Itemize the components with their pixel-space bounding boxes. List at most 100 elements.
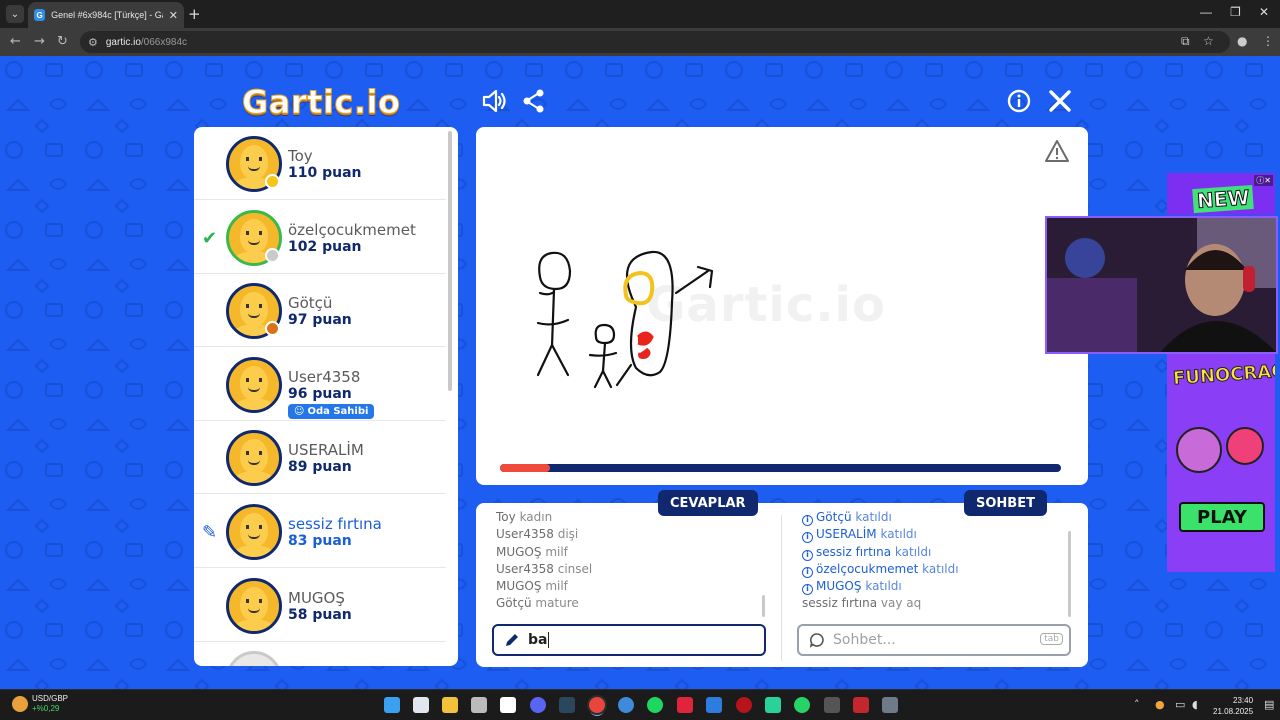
gartic-logo[interactable]: Gartic.io bbox=[241, 82, 400, 122]
player-points: 83 puan bbox=[288, 533, 352, 549]
avatar-body bbox=[232, 545, 276, 557]
chat-log[interactable]: i Götçü katıldı i USERALİM katıldı i sessiz f… bbox=[802, 509, 1060, 613]
chrome-icon[interactable] bbox=[589, 697, 605, 713]
player-name: özelçocukmemet bbox=[288, 220, 416, 239]
file-explorer-icon[interactable] bbox=[442, 697, 458, 713]
ad-banner-top[interactable]: NEW ⓘ✕ bbox=[1167, 173, 1275, 215]
microphone-icon[interactable]: ● bbox=[1155, 698, 1165, 711]
volume-icon[interactable]: ◖ bbox=[1192, 698, 1198, 711]
spotify-icon[interactable] bbox=[647, 697, 663, 713]
avatar-eyes bbox=[246, 525, 262, 529]
tab-search-button[interactable]: ⌄ bbox=[6, 5, 24, 23]
chat-scrollbar[interactable] bbox=[1068, 531, 1071, 617]
close-window-button[interactable]: ✕ bbox=[1259, 5, 1269, 19]
whatsapp-icon[interactable] bbox=[794, 697, 810, 713]
app-icon-4[interactable] bbox=[677, 697, 693, 713]
steam-icon[interactable] bbox=[559, 697, 575, 713]
app-icon-1[interactable] bbox=[471, 697, 487, 713]
share-icon[interactable] bbox=[521, 88, 547, 114]
answer-input-value: ba bbox=[528, 632, 548, 648]
network-icon[interactable]: ▭ bbox=[1175, 698, 1185, 711]
message-user: MUGOŞ bbox=[496, 544, 542, 559]
tray-chevron-icon[interactable]: ˄ bbox=[1134, 698, 1140, 711]
chat-message: sessiz fırtına vay aq bbox=[802, 595, 1060, 612]
browser-tab-gartic[interactable]: G Genel #6x984c [Türkçe] - Gartic ✕ bbox=[28, 2, 184, 28]
message-user: Götçü bbox=[496, 596, 532, 611]
status-dot bbox=[265, 321, 280, 337]
player-row[interactable]: User4358 96 puan ☺ Oda Sahibi bbox=[194, 348, 446, 421]
system-message: i sessiz fırtına katıldı bbox=[802, 544, 1060, 561]
player-row[interactable]: MUGOŞ 58 puan bbox=[194, 569, 446, 642]
system-message: i USERALİM katıldı bbox=[802, 526, 1060, 544]
restore-button[interactable]: ❐ bbox=[1230, 5, 1241, 19]
player-points: 96 puan bbox=[288, 385, 352, 402]
gartic-favicon-icon: G bbox=[34, 9, 46, 21]
player-list[interactable]: Toy 110 puan ✔ özelçocukmemet 102 puan Götçü 9… bbox=[194, 127, 458, 666]
player-name: Toy bbox=[288, 147, 313, 165]
close-game-icon[interactable] bbox=[1047, 88, 1073, 114]
drawing-canvas[interactable]: Gartic.io bbox=[476, 127, 1088, 485]
extension-icon[interactable]: ● bbox=[1237, 34, 1247, 48]
info-icon[interactable] bbox=[1006, 88, 1032, 114]
crown-icon: ☺ bbox=[294, 405, 305, 417]
player-list-scrollbar[interactable] bbox=[448, 131, 452, 391]
answers-log[interactable]: Toy kadın User4358 dişi MUGOŞ milf User4358… bbox=[496, 509, 758, 613]
opera-icon[interactable] bbox=[736, 697, 752, 713]
player-row[interactable]: ✎ sessiz fırtına 83 puan bbox=[194, 495, 446, 568]
url-path: /066x984c bbox=[140, 36, 188, 48]
app-icon-8[interactable] bbox=[853, 697, 869, 713]
avatar-mouth bbox=[248, 240, 260, 245]
reload-icon[interactable]: ↻ bbox=[57, 34, 68, 49]
forward-arrow-icon[interactable]: → bbox=[34, 34, 45, 49]
site-info-icon[interactable]: ⚙ bbox=[88, 36, 98, 49]
answers-chat-panel: CEVAPLAR SOHBET Toy kadın User4358 dişi MU… bbox=[476, 490, 1088, 667]
browser-menu-icon[interactable]: ⋮ bbox=[1262, 34, 1274, 48]
close-tab-icon[interactable]: ✕ bbox=[169, 9, 178, 22]
install-app-icon[interactable]: ⧉ bbox=[1181, 34, 1190, 49]
pencil-icon bbox=[506, 634, 518, 646]
answer-message: Toy kadın bbox=[496, 509, 758, 526]
browser-address-bar: ← → ↻ ⚙ gartic.io/066x984c ⧉ ☆ ● ⋮ bbox=[0, 28, 1280, 56]
ad-choices-icon[interactable]: ⓘ✕ bbox=[1254, 175, 1273, 186]
avatar-body bbox=[232, 397, 276, 410]
minimize-button[interactable]: — bbox=[1200, 5, 1212, 19]
player-row[interactable]: USERALİM 89 puan bbox=[194, 421, 446, 495]
status-dot bbox=[265, 174, 280, 189]
player-name: USERALİM bbox=[288, 441, 364, 460]
answers-scrollbar[interactable] bbox=[762, 595, 765, 617]
start-icon[interactable] bbox=[384, 697, 400, 713]
sound-icon[interactable] bbox=[481, 88, 507, 114]
app-icon-3[interactable] bbox=[618, 697, 634, 713]
game-viewport: Gartic.io Toy 110 puan ✔ özelçocukmemet 102 … bbox=[0, 56, 1280, 689]
player-row[interactable]: Götçü 97 puan bbox=[194, 274, 446, 348]
player-points: 89 puan bbox=[288, 459, 352, 476]
avatar-eyes bbox=[246, 304, 262, 309]
back-arrow-icon[interactable]: ← bbox=[10, 34, 21, 49]
player-row[interactable]: ✔ özelçocukmemet 102 puan bbox=[194, 201, 446, 274]
app-icon-7[interactable] bbox=[824, 697, 840, 713]
discord-icon[interactable] bbox=[530, 697, 546, 713]
app-icon-6[interactable] bbox=[765, 697, 781, 713]
answer-input[interactable]: ba bbox=[492, 624, 766, 656]
stock-widget[interactable]: USD/GBP +%0,29 bbox=[12, 694, 68, 714]
ad-banner-side[interactable]: FUNOCRACY PLAY bbox=[1167, 354, 1275, 572]
chat-input[interactable]: Sohbet... tab bbox=[797, 624, 1071, 656]
webcam-person-image bbox=[1047, 218, 1276, 352]
settings-icon[interactable] bbox=[882, 697, 898, 713]
search-app-icon[interactable] bbox=[413, 697, 429, 713]
answer-message: MUGOŞ milf bbox=[496, 578, 758, 595]
app-icon-2[interactable] bbox=[500, 697, 516, 713]
new-tab-button[interactable]: + bbox=[188, 5, 201, 23]
avatar-mouth bbox=[248, 608, 260, 613]
app-icon-5[interactable] bbox=[706, 697, 722, 713]
bookmark-star-icon[interactable]: ☆ bbox=[1203, 34, 1214, 48]
player-row[interactable]: Toy 110 puan bbox=[194, 127, 446, 200]
ad-play-button[interactable]: PLAY bbox=[1179, 502, 1265, 532]
info-icon: i bbox=[802, 532, 813, 544]
system-clock[interactable]: 23:40 21.08.2025 bbox=[1213, 695, 1253, 717]
player-row-partial[interactable] bbox=[194, 642, 446, 666]
webcam-overlay bbox=[1045, 216, 1278, 354]
notification-icon[interactable]: ▤ bbox=[1264, 698, 1274, 711]
url-field[interactable]: ⚙ gartic.io/066x984c bbox=[80, 31, 1230, 53]
message-user: özelçocukmemet bbox=[816, 561, 919, 576]
